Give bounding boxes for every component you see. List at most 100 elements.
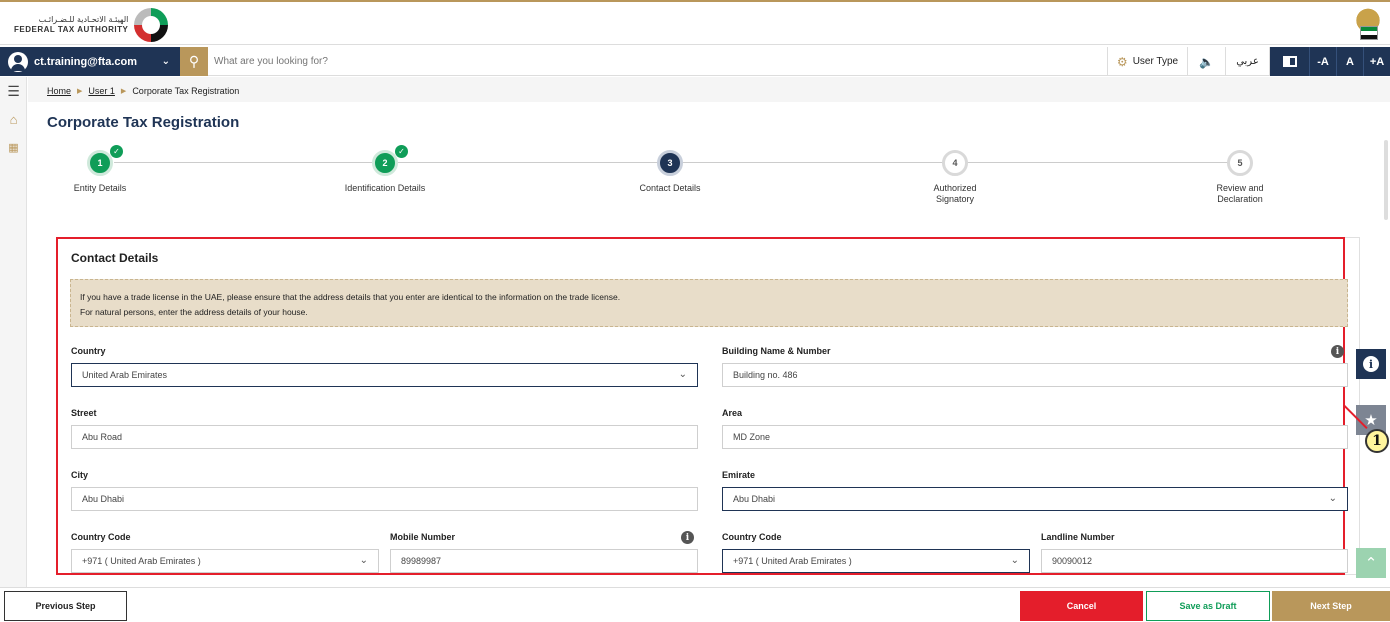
address-notice: If you have a trade license in the UAE, … xyxy=(70,279,1348,327)
landline-number-value: 90090012 xyxy=(1052,556,1093,566)
emirate-select[interactable]: Abu Dhabi ⌄ xyxy=(722,487,1348,511)
city-label: City xyxy=(71,470,89,480)
logo-english-text: FEDERAL TAX AUTHORITY xyxy=(14,25,129,34)
account-email: ct.training@fta.com xyxy=(34,55,138,68)
info-icon[interactable]: i xyxy=(1331,345,1344,358)
landline-country-code-select[interactable]: +971 ( United Arab Emirates ) ⌄ xyxy=(722,549,1030,573)
previous-step-button[interactable]: Previous Step xyxy=(4,591,127,621)
search-button[interactable]: ⚲ xyxy=(180,47,208,76)
step-identification-details[interactable]: 2 ✓ Identification Details xyxy=(305,145,465,194)
fta-logo-icon xyxy=(134,8,169,42)
step-number: 2 xyxy=(382,158,388,168)
step-circle: 1 ✓ xyxy=(87,145,123,176)
building-input[interactable]: Building no. 486 xyxy=(722,363,1348,387)
user-type-label: User Type xyxy=(1132,56,1179,67)
step-contact-details[interactable]: 3 Contact Details xyxy=(590,150,750,194)
step-label: Entity Details xyxy=(73,183,127,193)
step-circle: 5 xyxy=(1227,150,1253,176)
info-panel-button[interactable]: i xyxy=(1356,349,1386,379)
cancel-button[interactable]: Cancel xyxy=(1020,591,1143,621)
user-type-button[interactable]: ⚙ User Type xyxy=(1107,47,1187,76)
home-icon[interactable]: ⌂ xyxy=(0,105,27,133)
street-value: Abu Road xyxy=(82,432,123,442)
breadcrumb-user-link[interactable]: User 1 xyxy=(88,86,115,96)
breadcrumb-arrow-icon: ▶ xyxy=(120,88,127,95)
mobile-number-label: Mobile Number xyxy=(390,532,456,542)
chevron-down-icon: ⌄ xyxy=(678,369,687,380)
user-avatar-icon xyxy=(8,51,28,72)
fta-logo[interactable]: الهيئـة الاتحـادية للـضـرائـب FEDERAL TA… xyxy=(14,8,169,42)
step-number: 1 xyxy=(97,158,103,168)
font-increase-button[interactable]: +A xyxy=(1363,47,1390,76)
breadcrumb-home-link[interactable]: Home xyxy=(47,86,71,96)
step-label: Review and Declaration xyxy=(1216,183,1264,204)
language-toggle[interactable]: عربي xyxy=(1225,47,1269,76)
mobile-country-code-label: Country Code xyxy=(71,532,131,542)
top-header: الهيئـة الاتحـادية للـضـرائـب FEDERAL TA… xyxy=(0,0,1390,45)
chevron-down-icon: ⌄ xyxy=(161,56,170,67)
street-input[interactable]: Abu Road xyxy=(71,425,698,449)
notice-line-2: For natural persons, enter the address d… xyxy=(80,307,308,317)
notice-line-1: If you have a trade license in the UAE, … xyxy=(80,292,621,302)
hamburger-menu-icon[interactable]: ☰ xyxy=(0,77,27,105)
checkmark-icon: ✓ xyxy=(395,145,408,158)
chevron-down-icon: ⌄ xyxy=(359,555,368,566)
step-label: Identification Details xyxy=(344,183,426,193)
main-navbar: ct.training@fta.com ⌄ ⚲ ⚙ User Type 🔈 عر… xyxy=(0,47,1390,76)
checkmark-icon: ✓ xyxy=(110,145,123,158)
contrast-icon xyxy=(1282,56,1297,67)
country-value: United Arab Emirates xyxy=(82,370,168,380)
step-entity-details[interactable]: 1 ✓ Entity Details xyxy=(20,145,180,194)
landline-country-code-label: Country Code xyxy=(722,532,782,542)
info-icon[interactable]: i xyxy=(681,531,694,544)
double-chevron-up-icon: ⌃ xyxy=(1364,555,1378,572)
step-authorized-signatory[interactable]: 4 Authorized Signatory xyxy=(875,150,1035,205)
gear-icon: ⚙ xyxy=(1116,54,1128,69)
building-value: Building no. 486 xyxy=(733,370,798,380)
annotation-callout: 1 xyxy=(1365,429,1389,453)
audio-button[interactable]: 🔈 xyxy=(1187,47,1225,76)
speaker-icon: 🔈 xyxy=(1199,54,1214,69)
breadcrumb-current: Corporate Tax Registration xyxy=(132,86,240,96)
save-as-draft-button[interactable]: Save as Draft xyxy=(1146,591,1270,621)
step-label: Authorized Signatory xyxy=(933,183,977,204)
font-decrease-button[interactable]: -A xyxy=(1309,47,1336,76)
step-number: 4 xyxy=(952,158,958,168)
search-input[interactable] xyxy=(214,51,714,71)
info-icon: i xyxy=(1363,356,1379,372)
chevron-down-icon: ⌄ xyxy=(1010,555,1019,566)
page-scrollbar[interactable] xyxy=(1384,140,1388,220)
step-number: 5 xyxy=(1237,158,1243,168)
section-title: Contact Details xyxy=(71,251,159,265)
street-label: Street xyxy=(71,408,97,418)
uae-emblem-icon xyxy=(1354,6,1382,42)
footer-actions: Previous Step Cancel Save as Draft Next … xyxy=(0,587,1390,622)
breadcrumb-arrow-icon: ▶ xyxy=(77,88,83,95)
step-circle: 2 ✓ xyxy=(372,145,408,176)
font-normal-button[interactable]: A xyxy=(1336,47,1363,76)
account-dropdown[interactable]: ct.training@fta.com ⌄ xyxy=(0,47,180,76)
country-select[interactable]: United Arab Emirates ⌄ xyxy=(71,363,698,387)
progress-stepper: 1 ✓ Entity Details 2 ✓ Identification De… xyxy=(47,145,1337,215)
step-review-declaration[interactable]: 5 Review and Declaration xyxy=(1160,150,1320,205)
step-label: Contact Details xyxy=(639,183,701,193)
logo-arabic-text: الهيئـة الاتحـادية للـضـرائـب xyxy=(38,15,129,24)
emirate-value: Abu Dhabi xyxy=(733,494,776,504)
scroll-to-top-button[interactable]: ⌃ xyxy=(1356,548,1386,578)
area-input[interactable]: MD Zone xyxy=(722,425,1348,449)
landline-number-label: Landline Number xyxy=(1041,532,1115,542)
step-circle: 3 xyxy=(657,150,683,176)
city-input[interactable]: Abu Dhabi xyxy=(71,487,698,511)
contrast-toggle[interactable] xyxy=(1269,47,1309,76)
next-step-button[interactable]: Next Step xyxy=(1272,591,1390,621)
landline-number-input[interactable]: 90090012 xyxy=(1041,549,1348,573)
step-circle: 4 xyxy=(942,150,968,176)
landline-country-code-value: +971 ( United Arab Emirates ) xyxy=(733,556,852,566)
area-label: Area xyxy=(722,408,743,418)
mobile-number-input[interactable]: 89989987 xyxy=(390,549,698,573)
logo-text: الهيئـة الاتحـادية للـضـرائـب FEDERAL TA… xyxy=(14,15,128,35)
mobile-country-code-select[interactable]: +971 ( United Arab Emirates ) ⌄ xyxy=(71,549,379,573)
page-title: Corporate Tax Registration xyxy=(47,114,240,131)
area-value: MD Zone xyxy=(733,432,771,442)
building-label: Building Name & Number xyxy=(722,346,831,356)
